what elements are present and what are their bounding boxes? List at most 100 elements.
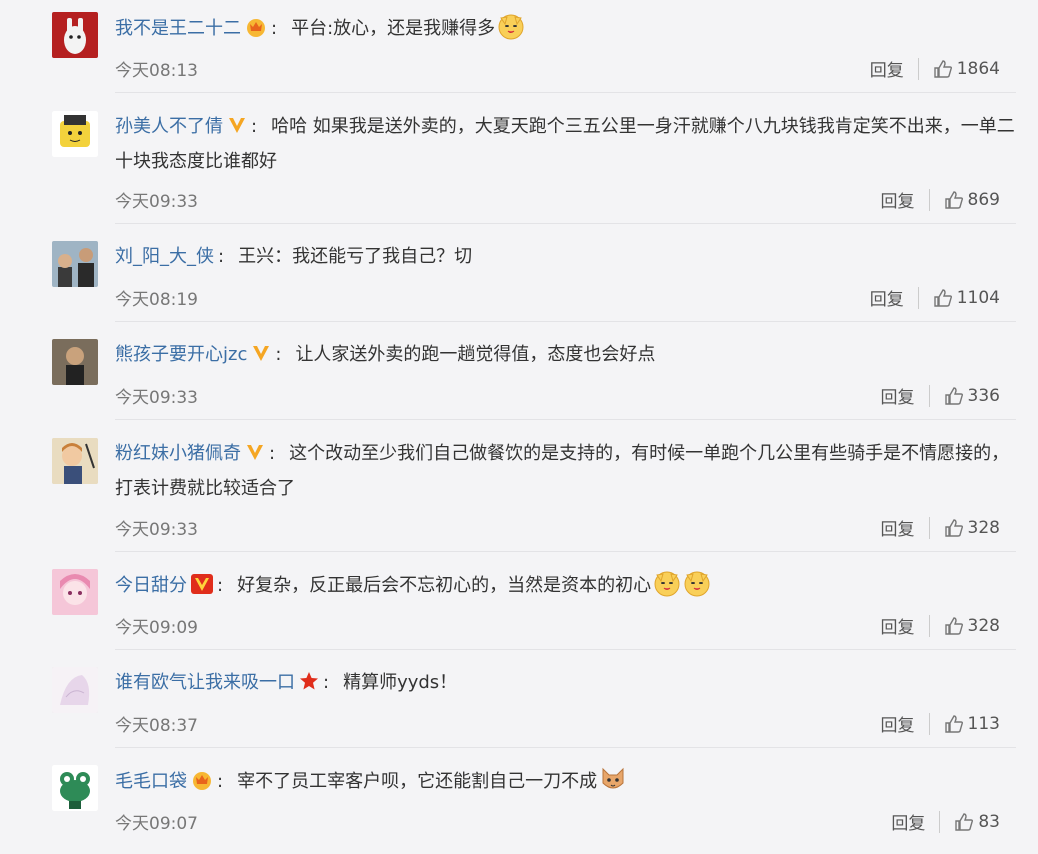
like-count: 83 (978, 811, 1000, 832)
comment-body: 谁有欧气让我来吸一口: 精算师yyds！ (115, 667, 1020, 702)
comment-text: 精算师yyds！ (343, 672, 458, 693)
like-button[interactable]: 869 (944, 190, 1000, 210)
action-divider (928, 712, 930, 735)
like-button[interactable]: 113 (944, 714, 1000, 734)
comment-actions: 回复 1864 (870, 56, 1000, 81)
username-link[interactable]: 粉红妹小猪佩奇 (115, 443, 241, 464)
avatar[interactable] (52, 765, 98, 811)
reply-button[interactable]: 回复 (891, 809, 925, 834)
timestamp: 今天08:19 (115, 290, 198, 310)
comment-actions: 回复 1104 (870, 285, 1000, 310)
like-count: 113 (967, 713, 1000, 734)
username-link[interactable]: 熊孩子要开心jzc (115, 344, 247, 365)
comment-text: 好复杂，反正最后会不忘初心的，当然是资本的初心 (237, 575, 652, 596)
timestamp: 今天09:33 (115, 388, 198, 408)
action-divider (928, 614, 930, 637)
avatar[interactable] (52, 667, 98, 713)
timestamp: 今天08:37 (115, 716, 198, 736)
like-count: 328 (967, 615, 1000, 636)
username-link[interactable]: 谁有欧气让我来吸一口 (115, 672, 295, 693)
reply-button[interactable]: 回复 (881, 515, 915, 540)
crown-badge-icon (191, 769, 213, 801)
avatar[interactable] (52, 241, 98, 287)
comment-divider (115, 551, 1016, 552)
thumbs-up-icon (944, 518, 963, 537)
timestamp: 今天09:33 (115, 192, 198, 212)
comment-actions: 回复 869 (881, 187, 1000, 212)
verified-v-icon (245, 441, 265, 473)
colon-separator: : (323, 672, 330, 693)
cat-emoji-icon (599, 765, 627, 804)
timestamp: 今天08:13 (115, 61, 198, 81)
doge-emoji-icon (683, 569, 711, 608)
timestamp: 今天09:09 (115, 618, 198, 638)
like-count: 336 (967, 385, 1000, 406)
comment-divider (115, 649, 1016, 650)
username-link[interactable]: 孙美人不了倩 (115, 116, 223, 137)
like-count: 869 (967, 189, 1000, 210)
star-badge-icon (299, 670, 319, 702)
comment-actions: 回复 336 (881, 383, 1000, 408)
action-divider (939, 810, 941, 833)
avatar[interactable] (52, 569, 98, 615)
doge-emoji-icon (653, 569, 681, 608)
verified-v-icon (227, 114, 247, 146)
comment-actions: 回复 328 (881, 515, 1000, 540)
comment-body: 熊孩子要开心jzc: 让人家送外卖的跑一趟觉得值，态度也会好点 (115, 339, 1020, 374)
thumbs-up-icon (934, 288, 952, 307)
reply-button[interactable]: 回复 (881, 711, 915, 736)
comment-body: 毛毛口袋: 宰不了员工宰客户呗，它还能割自己一刀不成 (115, 765, 1020, 804)
action-divider (917, 286, 919, 309)
timestamp: 今天09:07 (115, 814, 198, 834)
like-button[interactable]: 1864 (933, 59, 1000, 79)
like-button[interactable]: 328 (944, 616, 1000, 636)
reply-button[interactable]: 回复 (881, 187, 915, 212)
crown-badge-icon (245, 16, 267, 48)
comment-text: 让人家送外卖的跑一趟觉得值，态度也会好点 (295, 344, 656, 365)
comment-text: 哈哈 如果我是送外卖的，大夏天跑个三五公里一身汗就赚个八九块钱我肯定笑不出来，一… (115, 116, 1015, 172)
thumbs-up-icon (944, 616, 963, 635)
action-divider (928, 188, 930, 211)
colon-separator: : (269, 443, 276, 464)
username-link[interactable]: 我不是王二十二 (115, 18, 241, 39)
like-button[interactable]: 336 (944, 386, 1000, 406)
comment-divider (115, 223, 1016, 224)
like-button[interactable]: 328 (944, 518, 1000, 538)
like-count: 328 (967, 517, 1000, 538)
comment-divider (115, 321, 1016, 322)
comment-body: 我不是王二十二: 平台:放心，还是我赚得多 (115, 12, 1020, 51)
action-divider (928, 516, 930, 539)
avatar[interactable] (52, 438, 98, 484)
comment-text: 宰不了员工宰客户呗，它还能割自己一刀不成 (237, 771, 598, 792)
like-count: 1104 (956, 287, 1000, 308)
comment-body: 孙美人不了倩: 哈哈 如果我是送外卖的，大夏天跑个三五公里一身汗就赚个八九块钱我肯… (115, 111, 1020, 178)
comment-text: 平台:放心，还是我赚得多 (291, 18, 496, 39)
username-link[interactable]: 今日甜分 (115, 575, 187, 596)
like-button[interactable]: 83 (954, 812, 1000, 832)
reply-button[interactable]: 回复 (881, 613, 915, 638)
like-button[interactable]: 1104 (933, 288, 1000, 308)
username-link[interactable]: 刘_阳_大_侠 (115, 246, 214, 267)
comment-divider (115, 419, 1016, 420)
avatar[interactable] (52, 12, 98, 58)
colon-separator: : (217, 575, 224, 596)
like-count: 1864 (956, 58, 1000, 79)
colon-separator: : (251, 116, 258, 137)
comment-actions: 回复 113 (881, 711, 1000, 736)
comment-divider (115, 747, 1016, 748)
avatar[interactable] (52, 339, 98, 385)
doge-emoji-icon (497, 12, 525, 51)
username-link[interactable]: 毛毛口袋 (115, 771, 187, 792)
reply-button[interactable]: 回复 (881, 383, 915, 408)
comment-actions: 回复 328 (881, 613, 1000, 638)
reply-button[interactable]: 回复 (870, 56, 904, 81)
colon-separator: : (271, 18, 278, 39)
thumbs-up-icon (944, 386, 963, 405)
avatar[interactable] (52, 111, 98, 157)
thumbs-up-icon (944, 714, 963, 733)
colon-separator: : (275, 344, 282, 365)
comment-body: 粉红妹小猪佩奇: 这个改动至少我们自己做餐饮的是支持的，有时候一单跑个几公里有些骑… (115, 438, 1020, 505)
reply-button[interactable]: 回复 (870, 285, 904, 310)
action-divider (917, 57, 919, 80)
comment-list: 我不是王二十二: 平台:放心，还是我赚得多 今天08:13 回复 1864 孙美人… (0, 0, 1038, 854)
